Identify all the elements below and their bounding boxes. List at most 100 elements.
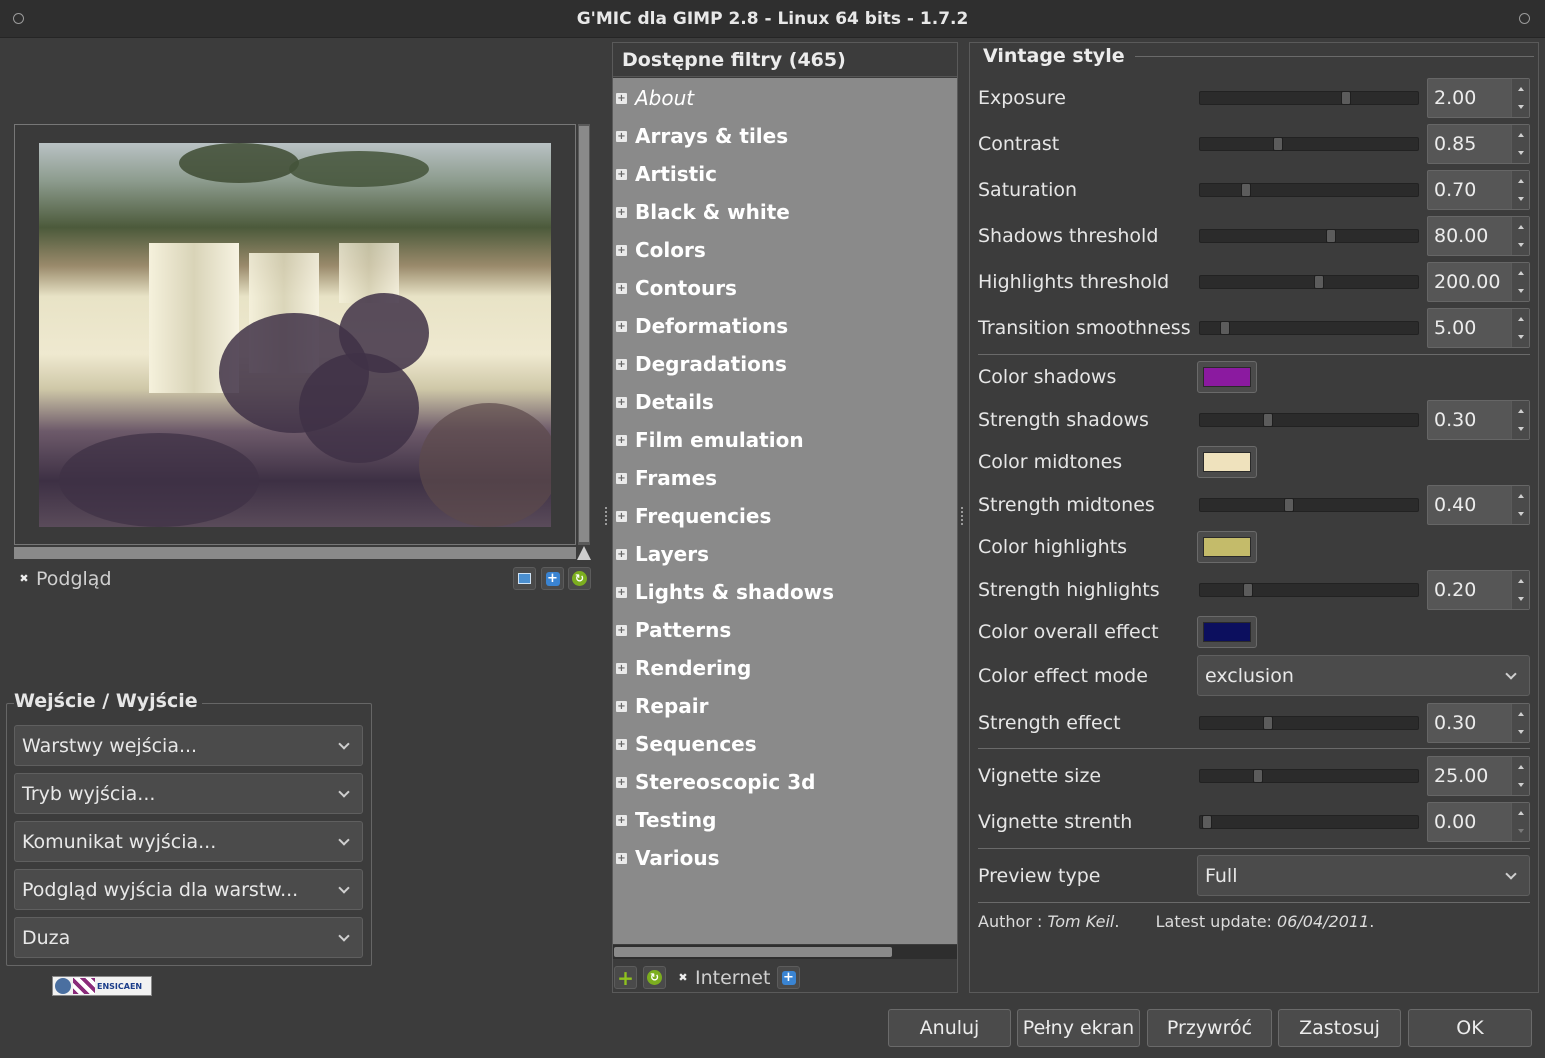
expand-icon[interactable]: + [616,548,627,560]
slider-handle[interactable] [1263,413,1274,427]
strength-effect-slider[interactable] [1199,716,1419,730]
spin-down-icon[interactable] [1518,335,1524,339]
transition-smoothness-slider[interactable] [1199,321,1419,335]
spin-up-icon[interactable] [1518,317,1524,321]
spinbox-value[interactable]: 80.00 [1434,225,1488,247]
spin-up-icon[interactable] [1518,179,1524,183]
expand-icon[interactable]: + [616,510,627,522]
spin-up-icon[interactable] [1518,712,1524,716]
filter-category-details[interactable]: + Details [613,385,957,419]
spin-down-icon[interactable] [1518,151,1524,155]
highlights-threshold-slider[interactable] [1199,275,1419,289]
strength-highlights-slider[interactable] [1199,583,1419,597]
expand-icon[interactable]: + [616,130,627,142]
output-preview-dropdown[interactable]: Podgląd wyjścia dla warstw... [14,869,363,910]
expand-icon[interactable]: + [616,320,627,332]
output-mode-dropdown[interactable]: Tryb wyjścia... [14,773,363,814]
strength-shadows-spinbox[interactable]: 0.30 [1427,400,1530,440]
filters-horizontal-scroll-thumb[interactable] [614,947,892,957]
color-midtones-button[interactable] [1197,446,1257,478]
filter-category-artistic[interactable]: + Artistic [613,157,957,191]
filter-category-layers[interactable]: + Layers [613,537,957,571]
expand-icon[interactable]: + [616,358,627,370]
filter-category-lights-shadows[interactable]: + Lights & shadows [613,575,957,609]
expand-icon[interactable]: + [616,472,627,484]
color-shadows-button[interactable] [1197,361,1257,393]
filter-category-testing[interactable]: + Testing [613,803,957,837]
strength-midtones-slider[interactable] [1199,498,1419,512]
slider-handle[interactable] [1240,183,1251,197]
filter-category-black-white[interactable]: + Black & white [613,195,957,229]
spin-up-icon[interactable] [1518,133,1524,137]
spinbox-value[interactable]: 200.00 [1434,271,1500,293]
expand-icon[interactable]: + [616,700,627,712]
shadows-threshold-spinbox[interactable]: 80.00 [1427,216,1530,256]
preview-frame[interactable] [14,124,576,545]
filter-category-stereoscopic-3d[interactable]: + Stereoscopic 3d [613,765,957,799]
filter-category-film-emulation[interactable]: + Film emulation [613,423,957,457]
spinbox-value[interactable]: 0.20 [1434,579,1476,601]
spin-up-icon[interactable] [1518,811,1524,815]
strength-midtones-spinbox[interactable]: 0.40 [1427,485,1530,525]
preview-checkbox[interactable]: ✖ [18,573,30,585]
filter-category-various[interactable]: + Various [613,841,957,875]
preview-image[interactable] [39,143,551,527]
highlights-threshold-spinbox[interactable]: 200.00 [1427,262,1530,302]
expand-icon[interactable]: + [616,776,627,788]
filter-category-degradations[interactable]: + Degradations [613,347,957,381]
color-overall-effect-button[interactable] [1197,616,1257,648]
spinbox-value[interactable]: 2.00 [1434,87,1476,109]
expand-icon[interactable]: + [616,852,627,864]
expand-icon[interactable]: + [616,738,627,750]
preview-vertical-scroll-thumb[interactable] [579,126,589,542]
internet-settings-button[interactable]: + [777,966,800,989]
slider-handle[interactable] [1326,229,1337,243]
spin-up-icon[interactable] [1518,494,1524,498]
strength-effect-spinbox[interactable]: 0.30 [1427,703,1530,743]
saturation-slider[interactable] [1199,183,1419,197]
slider-handle[interactable] [1220,321,1231,335]
vignette-size-slider[interactable] [1199,769,1419,783]
spin-up-icon[interactable] [1518,225,1524,229]
window-close-icon[interactable] [1519,13,1530,24]
spin-up-icon[interactable] [1518,87,1524,91]
spin-up-icon[interactable] [1518,409,1524,413]
filter-category-repair[interactable]: + Repair [613,689,957,723]
preview-horizontal-scrollbar[interactable] [14,547,576,559]
preview-size-dropdown[interactable]: Duza [14,917,363,958]
spin-down-icon[interactable] [1518,730,1524,734]
spin-up-icon[interactable] [1518,765,1524,769]
slider-handle[interactable] [1283,498,1294,512]
filter-category-about[interactable]: + About [613,81,957,115]
filter-category-frames[interactable]: + Frames [613,461,957,495]
expand-icon[interactable]: + [616,396,627,408]
preview-zoom-fit-button[interactable] [513,567,536,590]
right-splitter-handle[interactable] [961,507,964,525]
slider-handle[interactable] [1202,815,1212,829]
reset-button[interactable]: Przywróć [1147,1009,1272,1047]
preview-type-dropdown[interactable]: Full [1197,855,1530,896]
expand-icon[interactable]: + [616,206,627,218]
preview-zoom-in-button[interactable]: + [541,567,564,590]
expand-icon[interactable]: + [616,244,627,256]
slider-handle[interactable] [1263,716,1274,730]
exposure-spinbox[interactable]: 2.00 [1427,78,1530,118]
spinbox-value[interactable]: 0.30 [1434,409,1476,431]
contrast-slider[interactable] [1199,137,1419,151]
filter-category-deformations[interactable]: + Deformations [613,309,957,343]
filter-category-frequencies[interactable]: + Frequencies [613,499,957,533]
vignette-size-spinbox[interactable]: 25.00 [1427,756,1530,796]
slider-handle[interactable] [1253,769,1263,783]
spinbox-value[interactable]: 0.00 [1434,811,1476,833]
vignette-strength-spinbox[interactable]: 0.00 [1427,802,1530,842]
filters-header[interactable]: Dostępne filtry (465) [613,43,957,77]
strength-highlights-spinbox[interactable]: 0.20 [1427,570,1530,610]
strength-shadows-slider[interactable] [1199,413,1419,427]
filter-category-sequences[interactable]: + Sequences [613,727,957,761]
spinbox-value[interactable]: 0.85 [1434,133,1476,155]
spin-up-icon[interactable] [1518,579,1524,583]
expand-icon[interactable]: + [616,92,627,104]
spin-down-icon[interactable] [1518,597,1524,601]
saturation-spinbox[interactable]: 0.70 [1427,170,1530,210]
spinbox-value[interactable]: 0.70 [1434,179,1476,201]
